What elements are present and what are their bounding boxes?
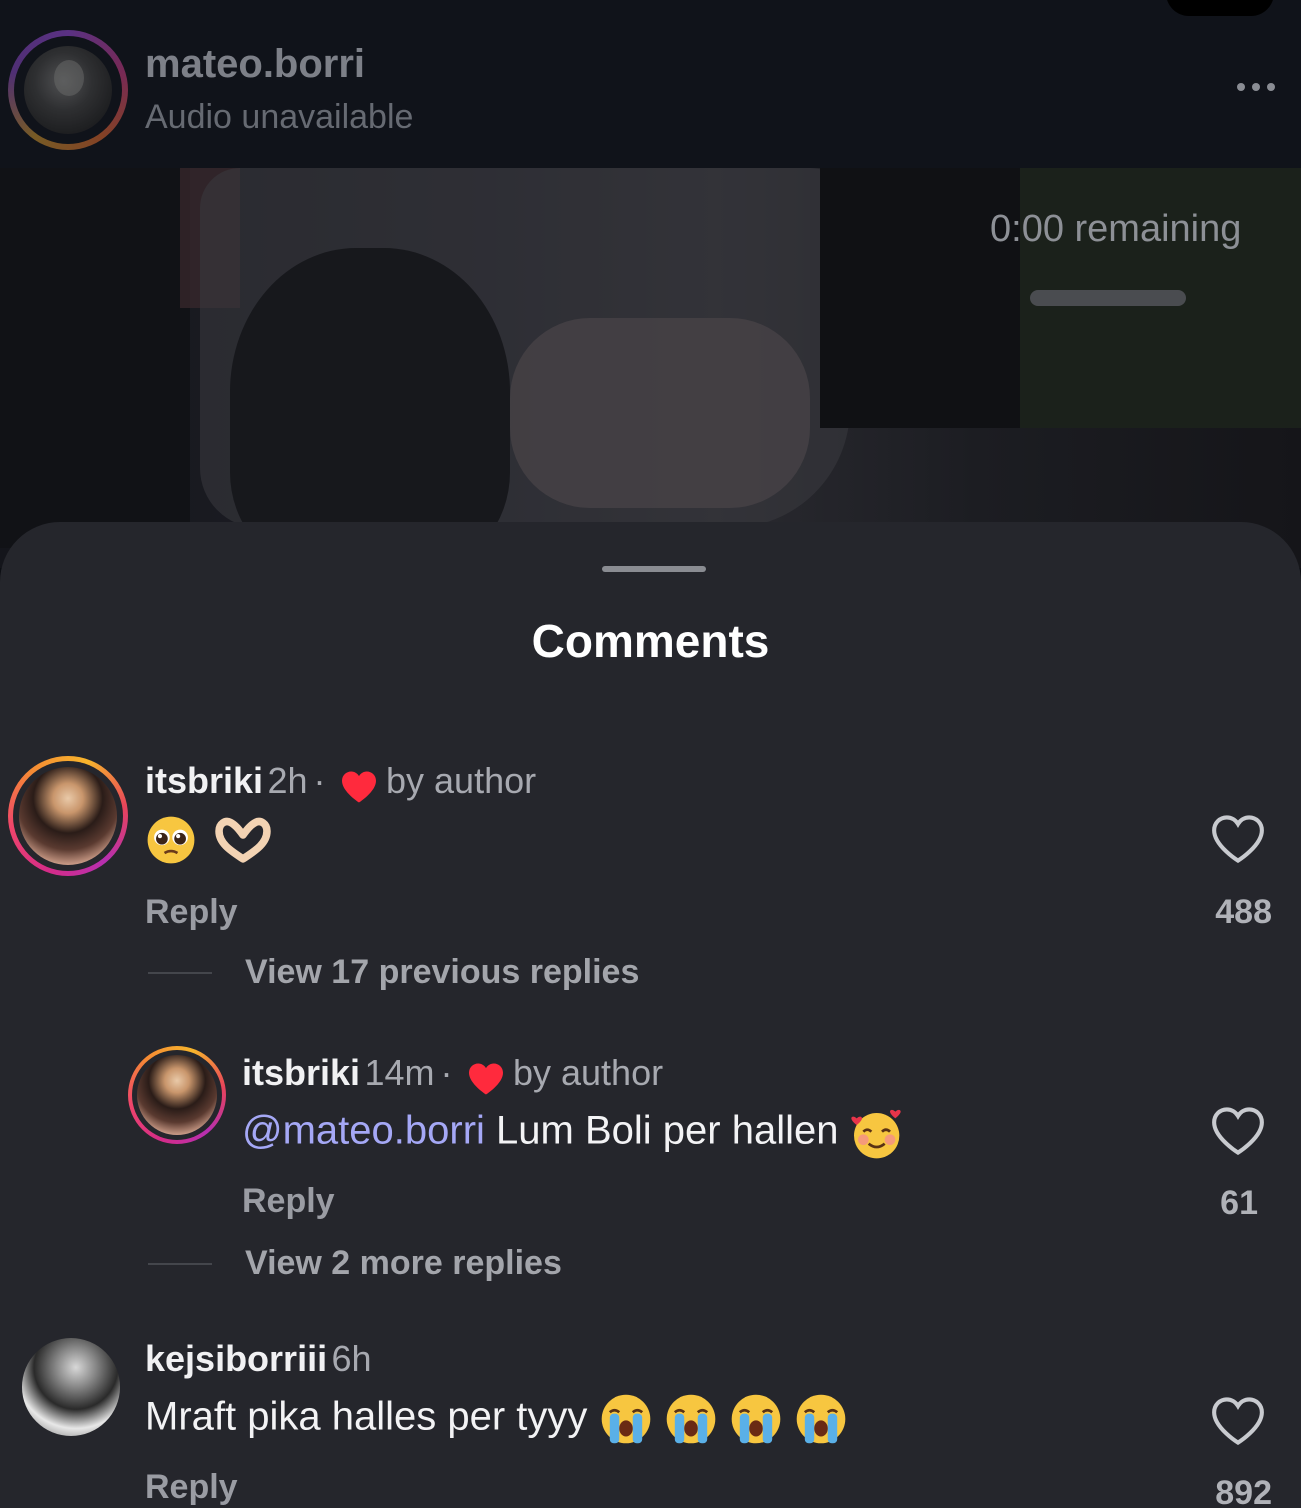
author-liked-heart-icon bbox=[342, 771, 376, 803]
owner-avatar[interactable] bbox=[8, 30, 128, 150]
like-count: 892 bbox=[1215, 1474, 1272, 1508]
commenter-avatar[interactable] bbox=[22, 1338, 120, 1436]
video-scrubber[interactable] bbox=[1030, 290, 1186, 306]
reply-button[interactable]: Reply bbox=[145, 1468, 238, 1507]
comment-body: Mraft pika halles per tyyy bbox=[145, 1394, 588, 1439]
owner-username[interactable]: mateo.borri bbox=[145, 42, 365, 87]
avatar-image bbox=[19, 767, 117, 865]
more-options-icon[interactable] bbox=[1226, 70, 1286, 104]
comment-username[interactable]: itsbriki bbox=[242, 1052, 360, 1093]
commenter-avatar[interactable] bbox=[8, 756, 128, 876]
comment-text: Mraft pika halles per tyyy bbox=[145, 1392, 848, 1446]
comment-text: @mateo.borri Lum Boli per hallen bbox=[242, 1106, 906, 1160]
by-author-label: by author bbox=[386, 760, 537, 801]
comment-username[interactable]: itsbriki bbox=[145, 760, 263, 801]
like-count: 61 bbox=[1220, 1184, 1258, 1222]
comment-username[interactable]: kejsiborriii bbox=[145, 1338, 327, 1379]
by-author-label: by author bbox=[512, 1052, 664, 1093]
heart-hands-icon bbox=[215, 817, 271, 863]
comment-emoji bbox=[145, 814, 272, 866]
comment-time: 2h bbox=[267, 760, 308, 801]
like-count: 488 bbox=[1215, 893, 1272, 931]
owner-avatar-image bbox=[24, 46, 112, 134]
video-player[interactable]: 0:00 remaining bbox=[0, 168, 1301, 568]
loudly-crying-face-icon bbox=[731, 1394, 781, 1444]
like-heart-icon[interactable] bbox=[1210, 814, 1266, 864]
view-previous-replies-button[interactable]: View 17 previous replies bbox=[245, 953, 639, 992]
loudly-crying-face-icon bbox=[601, 1394, 650, 1444]
smiling-face-with-hearts-icon bbox=[850, 1109, 901, 1159]
comment-time: 6h bbox=[331, 1338, 372, 1379]
author-liked-heart-icon bbox=[468, 1063, 503, 1095]
thread-line bbox=[148, 972, 212, 974]
view-more-replies-button[interactable]: View 2 more replies bbox=[245, 1244, 562, 1283]
time-remaining: 0:00 remaining bbox=[990, 208, 1242, 250]
comment-time: 14m bbox=[364, 1052, 435, 1093]
audio-status: Audio unavailable bbox=[145, 98, 414, 136]
like-heart-icon[interactable] bbox=[1210, 1106, 1266, 1156]
loudly-crying-face-icon bbox=[666, 1394, 715, 1444]
avatar-image bbox=[137, 1055, 217, 1135]
loudly-crying-face-icon bbox=[796, 1394, 846, 1444]
status-pill bbox=[1166, 0, 1274, 16]
post-header: mateo.borri Audio unavailable bbox=[0, 0, 1301, 168]
mention-link[interactable]: @mateo.borri bbox=[242, 1109, 485, 1153]
sheet-grabber[interactable] bbox=[602, 566, 706, 572]
commenter-avatar[interactable] bbox=[128, 1046, 226, 1144]
like-heart-icon[interactable] bbox=[1210, 1396, 1266, 1446]
sheet-title: Comments bbox=[531, 615, 770, 667]
thread-line bbox=[148, 1263, 212, 1265]
pleading-face-icon bbox=[147, 816, 195, 864]
reply-button[interactable]: Reply bbox=[145, 893, 238, 932]
comment-body: Lum Boli per hallen bbox=[496, 1108, 839, 1153]
reply-button[interactable]: Reply bbox=[242, 1182, 335, 1221]
